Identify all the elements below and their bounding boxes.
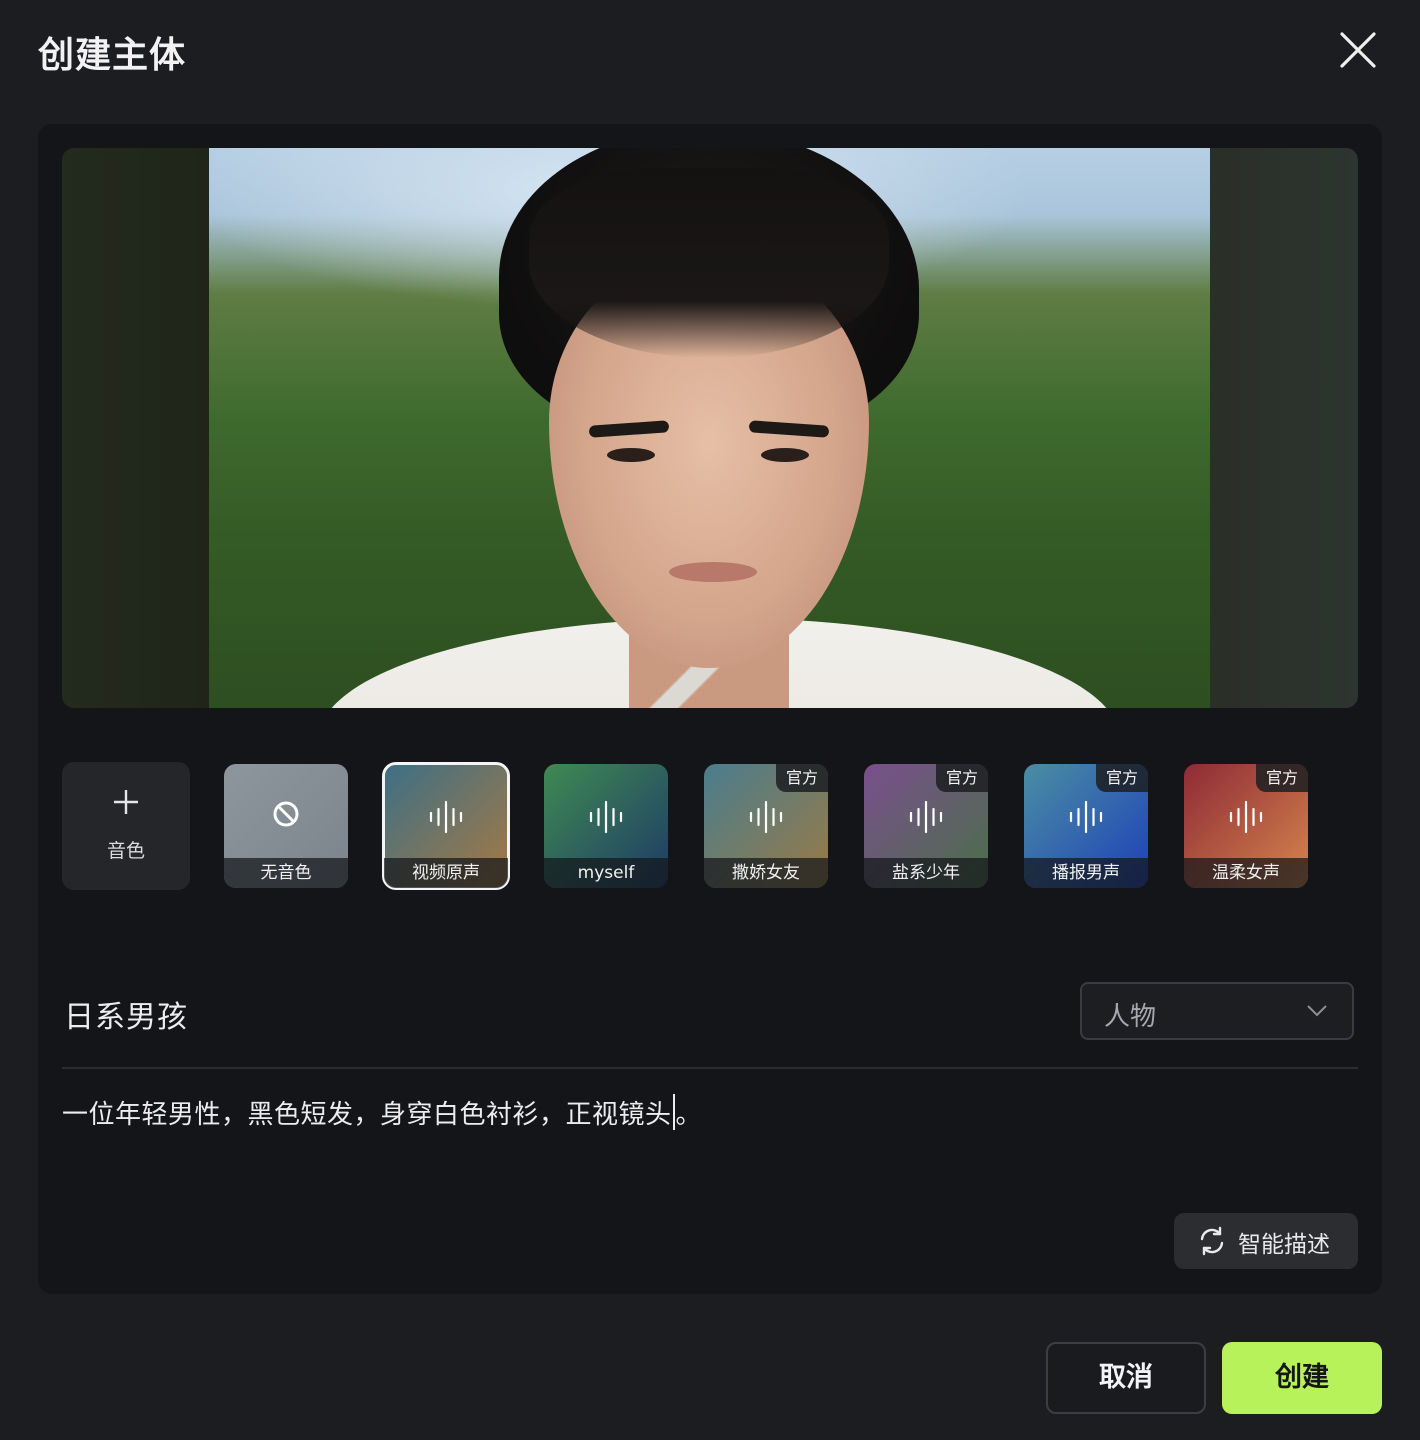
- official-badge: 官方: [1255, 764, 1308, 792]
- divider: [62, 1067, 1358, 1069]
- voice-card-label: 视频原声: [384, 858, 508, 888]
- subject-photo: [209, 148, 1210, 708]
- description-text: 一位年轻男性，黑色短发，身穿白色衬衫，正视镜头: [62, 1100, 672, 1130]
- official-badge: 官方: [775, 764, 828, 792]
- official-badge: 官方: [935, 764, 988, 792]
- voice-card[interactable]: 视频原声: [382, 762, 510, 890]
- voice-card-label: 无音色: [224, 858, 348, 888]
- add-voice-label: 音色: [106, 840, 145, 862]
- audio-wave-icon: [589, 800, 623, 834]
- description-text-tail: 。: [675, 1100, 703, 1130]
- voice-card-label: 撒娇女友: [704, 858, 828, 888]
- audio-wave-icon: [909, 800, 943, 834]
- description-textarea[interactable]: 一位年轻男性，黑色短发，身穿白色衬衫，正视镜头。: [62, 1094, 1352, 1131]
- audio-wave-icon: [749, 800, 783, 834]
- voice-card-label: 播报男声: [1024, 858, 1148, 888]
- text-caret: [672, 1094, 675, 1130]
- voice-card[interactable]: 无音色: [224, 764, 348, 888]
- voice-card[interactable]: 官方撒娇女友: [704, 764, 828, 888]
- voice-card[interactable]: 官方盐系少年: [864, 764, 988, 888]
- add-voice-button[interactable]: 音色: [62, 762, 190, 890]
- voice-card-label: 盐系少年: [864, 858, 988, 888]
- voice-card[interactable]: myself: [544, 764, 668, 888]
- audio-wave-icon: [1229, 800, 1263, 834]
- category-select[interactable]: 人物: [1080, 982, 1354, 1040]
- close-button[interactable]: [1336, 28, 1380, 72]
- subject-name[interactable]: 日系男孩: [64, 992, 188, 1036]
- audio-wave-icon: [429, 800, 463, 834]
- close-icon: [1340, 32, 1376, 68]
- cancel-button[interactable]: 取消: [1046, 1342, 1206, 1414]
- smart-describe-label: 智能描述: [1238, 1232, 1330, 1258]
- dialog-title: 创建主体: [38, 35, 187, 76]
- create-button[interactable]: 创建: [1222, 1342, 1382, 1414]
- smart-describe-button[interactable]: 智能描述: [1174, 1213, 1358, 1269]
- voice-card[interactable]: 官方温柔女声: [1184, 764, 1308, 888]
- plus-icon: [114, 790, 138, 814]
- media-preview: [62, 148, 1358, 708]
- refresh-icon: [1200, 1226, 1224, 1256]
- category-value: 人物: [1104, 1002, 1157, 1032]
- chevron-down-icon: [1307, 1005, 1327, 1017]
- voice-card-label: 温柔女声: [1184, 858, 1308, 888]
- subject-panel: 音色 无音色 视频原声 myself 官方 撒娇女友 官方 盐系少年 官方 播报男声 官方 温柔女声…: [38, 124, 1382, 1294]
- official-badge: 官方: [1095, 764, 1148, 792]
- voice-card[interactable]: 官方播报男声: [1024, 764, 1148, 888]
- voice-selector: 音色 无音色 视频原声 myself 官方 撒娇女友 官方 盐系少年 官方 播报男声 官方 温柔女声: [62, 762, 1358, 890]
- audio-wave-icon: [1069, 800, 1103, 834]
- voice-card-label: myself: [544, 858, 668, 888]
- ban-icon: [273, 801, 299, 827]
